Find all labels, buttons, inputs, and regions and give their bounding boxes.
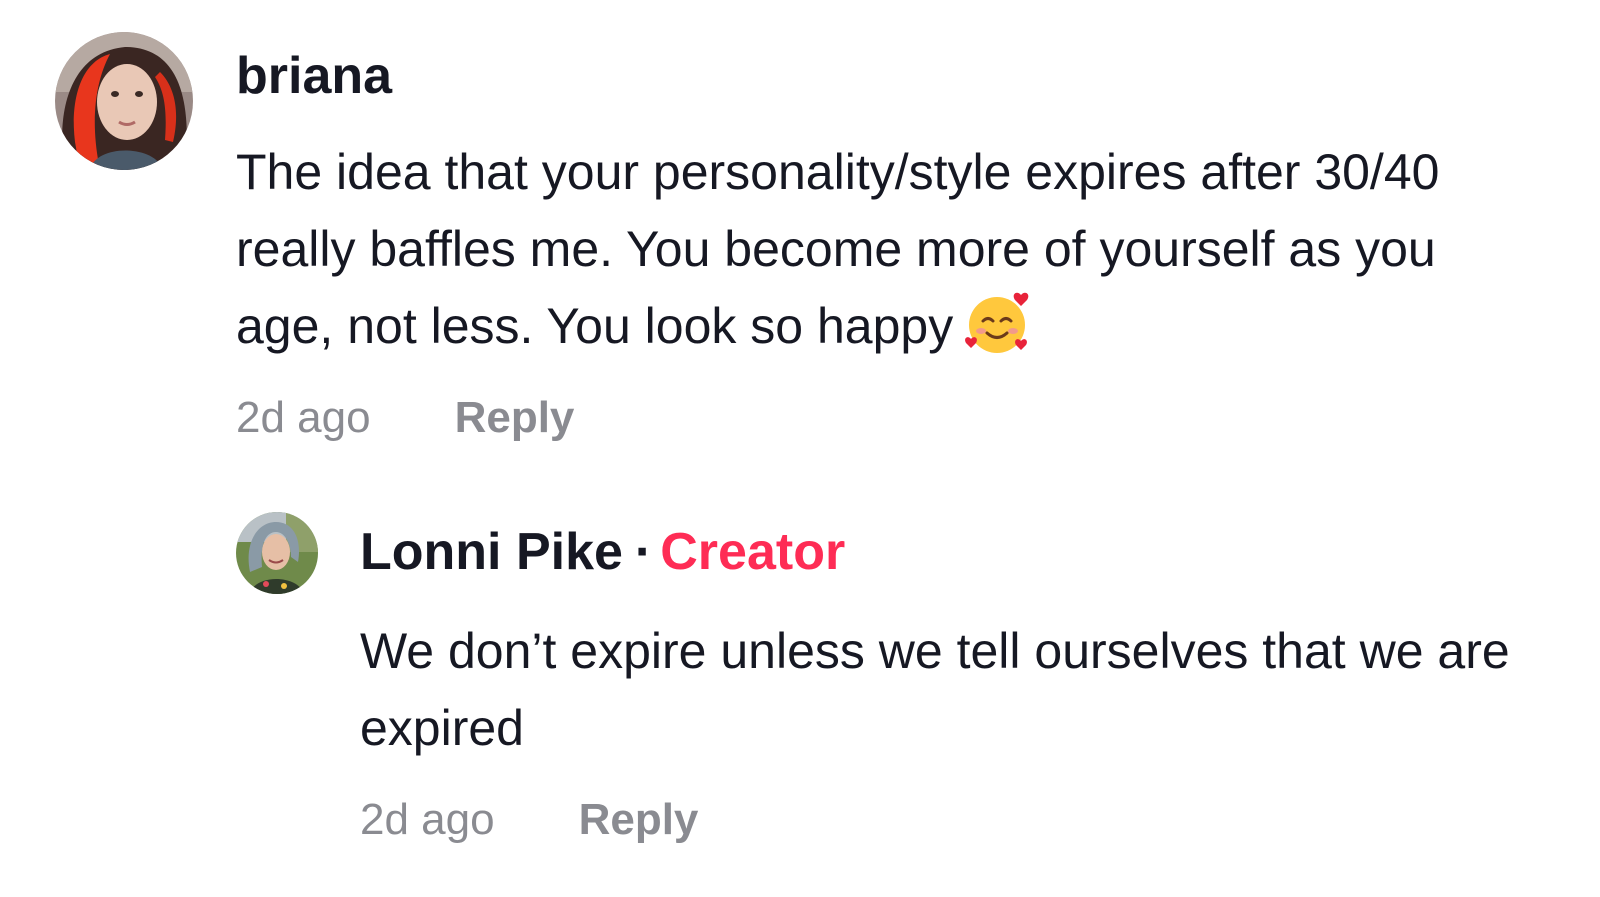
creator-badge: Creator	[660, 523, 846, 581]
separator-dot: ·	[634, 523, 653, 581]
reply-meta: 2d ago Reply	[360, 792, 698, 848]
comment-text: The idea that your personality/style exp…	[236, 134, 1536, 377]
reply-username[interactable]: Lonni Pike	[360, 523, 623, 581]
avatar-lonni-pike[interactable]	[236, 512, 318, 594]
reply-item: Lonni Pike · Creator We don’t expire unles…	[0, 470, 1600, 897]
comment-item: briana The idea that your personality/st…	[0, 0, 1600, 470]
reply-timestamp: 2d ago	[360, 795, 495, 844]
reply-header: Lonni Pike · Creator	[360, 520, 845, 584]
comment-username[interactable]: briana	[236, 44, 392, 108]
avatar-briana[interactable]	[55, 32, 193, 170]
reply-button[interactable]: Reply	[455, 393, 575, 442]
comment-meta: 2d ago Reply	[236, 390, 574, 446]
comment-text-content: The idea that your personality/style exp…	[236, 144, 1440, 354]
comment-timestamp: 2d ago	[236, 393, 371, 442]
reply-text: We don’t expire unless we tell ourselves…	[360, 623, 1510, 756]
reply-button[interactable]: Reply	[579, 795, 699, 844]
smiling-face-with-hearts-icon	[963, 289, 1033, 377]
